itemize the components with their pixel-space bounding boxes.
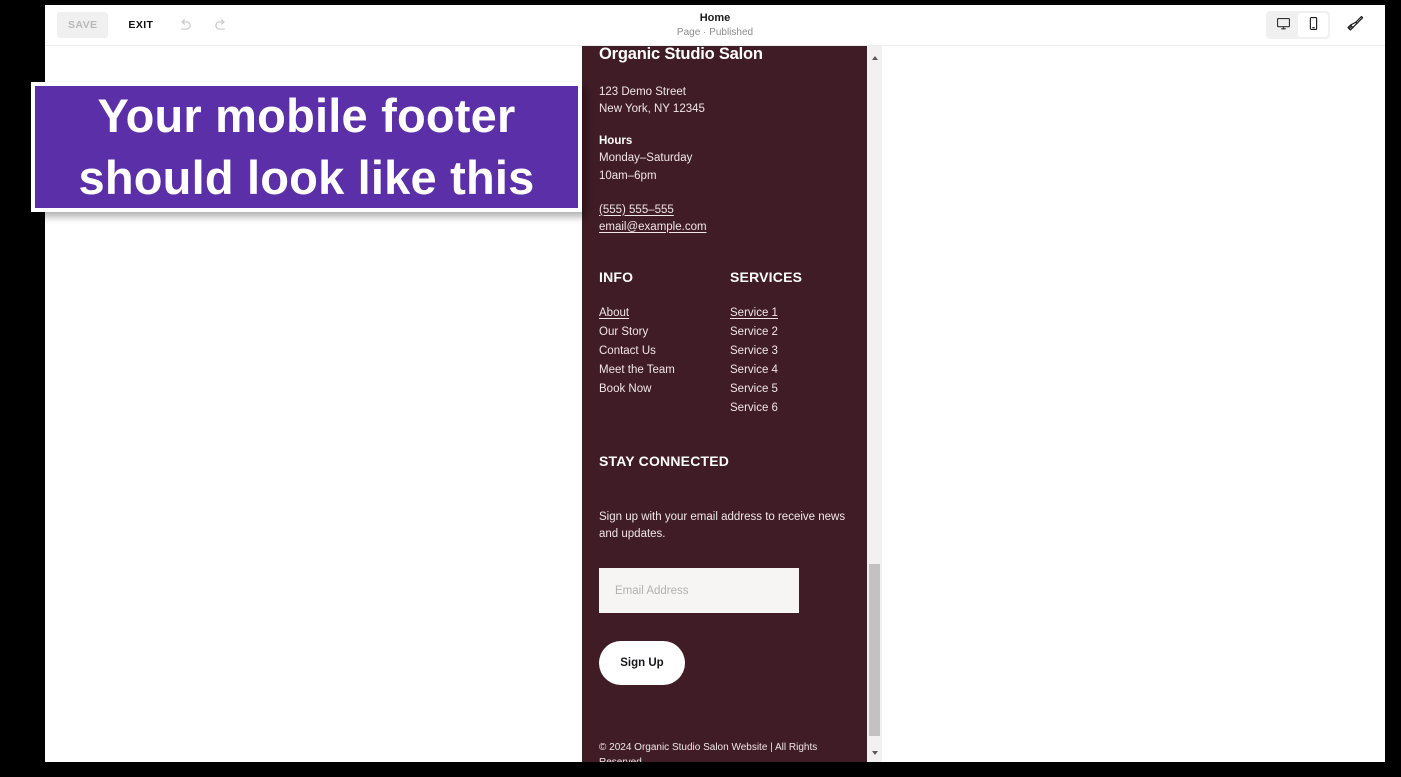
info-link-meet-the-team[interactable]: Meet the Team: [599, 364, 675, 376]
services-column-title: SERVICES: [730, 269, 803, 286]
redo-button[interactable]: [210, 14, 233, 37]
footer-contact: (555) 555–555 email@example.com: [599, 202, 861, 237]
hours-days: Monday–Saturday: [599, 152, 693, 165]
scroll-down-arrow-icon[interactable]: [867, 745, 882, 760]
services-link-1[interactable]: Service 1: [730, 307, 778, 319]
mobile-phone-icon: [1306, 16, 1321, 34]
style-brush-button[interactable]: [1342, 12, 1367, 38]
page-title: Home: [699, 12, 731, 25]
address-line-2: New York, NY 12345: [599, 103, 705, 116]
newsletter-description: Sign up with your email address to recei…: [599, 511, 846, 540]
list-item[interactable]: Our Story: [599, 324, 730, 341]
redo-arrow-icon: [213, 17, 230, 34]
services-link-6[interactable]: Service 6: [730, 402, 778, 414]
footer-link-columns: INFO About Our Story Contact Us Meet the…: [599, 269, 861, 419]
exit-button[interactable]: EXIT: [122, 12, 159, 38]
footer-address: 123 Demo Street New York, NY 12345: [599, 84, 861, 118]
list-item[interactable]: Service 2: [730, 324, 861, 341]
hours-label: Hours: [599, 135, 633, 148]
info-link-book-now[interactable]: Book Now: [599, 383, 651, 395]
callout-line-1: Your mobile footer: [97, 88, 516, 142]
editor-toolbar: SAVE EXIT Home Page · Published: [45, 5, 1385, 46]
phone-link[interactable]: (555) 555–555: [599, 202, 861, 219]
email-link[interactable]: email@example.com: [599, 219, 861, 236]
mobile-preview-viewport: Organic Studio Salon 123 Demo Street New…: [582, 46, 878, 762]
scroll-up-triangle: [871, 55, 878, 60]
undo-button[interactable]: [173, 14, 196, 37]
desktop-monitor-icon: [1276, 16, 1291, 34]
footer-site-title: Organic Studio Salon: [599, 46, 763, 63]
save-button[interactable]: SAVE: [57, 12, 109, 38]
list-item[interactable]: Service 1: [730, 305, 861, 322]
mobile-view-button[interactable]: [1298, 13, 1328, 37]
list-item[interactable]: About: [599, 305, 730, 322]
services-link-2[interactable]: Service 2: [730, 326, 778, 338]
info-link-our-story[interactable]: Our Story: [599, 326, 648, 338]
list-item[interactable]: Book Now: [599, 381, 730, 398]
list-item[interactable]: Service 4: [730, 362, 861, 379]
signup-button[interactable]: Sign Up: [599, 641, 685, 686]
footer-copyright: © 2024 Organic Studio Salon Website | Al…: [599, 742, 818, 762]
page-info: Home Page · Published: [45, 5, 1385, 46]
list-item[interactable]: Meet the Team: [599, 362, 730, 379]
services-link-3[interactable]: Service 3: [730, 345, 778, 357]
viewport-toggle: [1266, 11, 1330, 39]
site-footer: Organic Studio Salon 123 Demo Street New…: [582, 46, 878, 762]
hours-time: 10am–6pm: [599, 169, 657, 182]
scrollbar-thumb[interactable]: [869, 564, 880, 736]
info-link-list: About Our Story Contact Us Meet the Team…: [599, 305, 730, 398]
toolbar-right-group: [1266, 11, 1385, 39]
callout-line-2: should look like this: [78, 151, 535, 204]
scroll-up-arrow-icon[interactable]: [867, 50, 882, 65]
footer-column-info: INFO About Our Story Contact Us Meet the…: [599, 269, 730, 419]
editor-window: SAVE EXIT Home Page · Published Your mob…: [12, 5, 1385, 762]
scroll-down-triangle: [871, 750, 878, 755]
desktop-view-button[interactable]: [1268, 13, 1298, 37]
toolbar-left-group: SAVE EXIT: [45, 12, 233, 38]
newsletter-title: STAY CONNECTED: [599, 453, 730, 470]
list-item[interactable]: Service 6: [730, 400, 861, 417]
undo-arrow-icon: [176, 17, 193, 34]
services-link-5[interactable]: Service 5: [730, 383, 778, 395]
list-item[interactable]: Service 3: [730, 343, 861, 360]
page-status: Page · Published: [676, 26, 754, 38]
preview-scrollbar[interactable]: [867, 46, 882, 762]
services-link-list: Service 1 Service 2 Service 3 Service 4 …: [730, 305, 861, 417]
info-link-contact-us[interactable]: Contact Us: [599, 345, 656, 357]
instruction-callout: Your mobile footer should look like this: [31, 82, 582, 212]
paintbrush-icon: [1346, 15, 1365, 36]
info-column-title: INFO: [599, 269, 634, 286]
address-line-1: 123 Demo Street: [599, 86, 686, 99]
info-link-about[interactable]: About: [599, 307, 629, 319]
footer-column-services: SERVICES Service 1 Service 2 Service 3 S…: [730, 269, 861, 419]
services-link-4[interactable]: Service 4: [730, 364, 778, 376]
list-item[interactable]: Service 5: [730, 381, 861, 398]
list-item[interactable]: Contact Us: [599, 343, 730, 360]
email-input[interactable]: [599, 568, 799, 614]
editor-canvas: Your mobile footer should look like this…: [31, 46, 1385, 762]
footer-hours: Hours Monday–Saturday 10am–6pm: [599, 133, 861, 184]
